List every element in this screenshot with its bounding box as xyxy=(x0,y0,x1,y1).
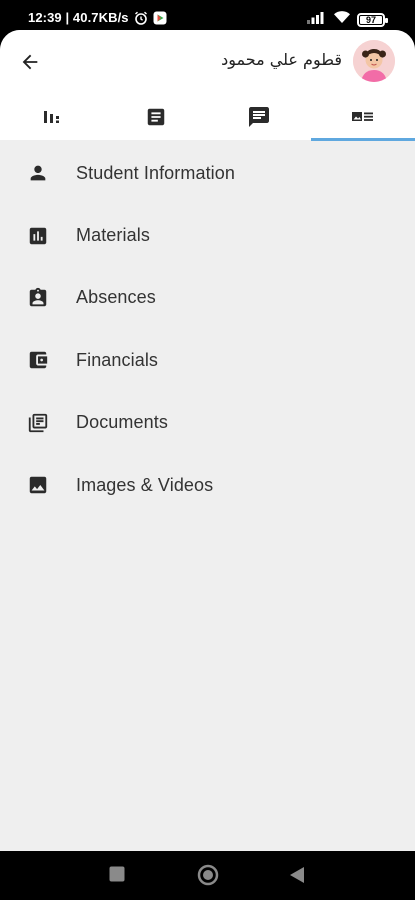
library-books-icon xyxy=(28,413,48,432)
triangle-back-icon xyxy=(290,867,304,883)
tab-profile[interactable] xyxy=(311,93,415,141)
wallet-icon xyxy=(29,352,48,369)
app-header: قطوم علي محمود xyxy=(0,30,415,141)
menu-item-documents[interactable]: Documents xyxy=(0,392,415,454)
tab-documents[interactable] xyxy=(104,93,208,141)
document-icon xyxy=(147,108,164,126)
menu-icon-wrap xyxy=(0,474,76,496)
play-store-icon xyxy=(153,11,167,25)
chart-box-icon xyxy=(29,227,47,244)
menu-icon-wrap xyxy=(0,287,76,309)
back-nav-button[interactable] xyxy=(288,865,306,885)
menu-item-student-information[interactable]: Student Information xyxy=(0,142,415,204)
card-list-icon xyxy=(352,112,374,121)
tab-bar xyxy=(0,93,415,141)
menu-label: Images & Videos xyxy=(76,474,214,495)
battery-level: 97 xyxy=(365,14,376,25)
child-avatar xyxy=(353,40,395,82)
menu-label: Documents xyxy=(76,412,168,433)
square-recents-icon xyxy=(109,866,125,882)
battery-cap xyxy=(385,17,388,23)
student-name: قطوم علي محمود xyxy=(221,50,342,69)
message-icon xyxy=(249,107,270,127)
status-time: 12:39 xyxy=(28,10,62,25)
back-button[interactable] xyxy=(16,48,44,76)
app-screen: قطوم علي محمود Student Information Mater… xyxy=(0,30,415,851)
signal-icon xyxy=(307,11,327,29)
circle-home-icon xyxy=(197,864,219,886)
bar-chart-icon xyxy=(43,111,59,123)
tab-statistics[interactable] xyxy=(0,93,104,141)
status-separator: | xyxy=(61,10,73,25)
menu-icon-wrap xyxy=(0,225,76,247)
menu-icon-wrap xyxy=(0,349,76,371)
system-nav-bar xyxy=(0,851,415,900)
menu-icon-wrap xyxy=(0,412,76,434)
menu-item-images-videos[interactable]: Images & Videos xyxy=(0,454,415,516)
status-left: 12:39 | 40.7KB/s xyxy=(28,10,167,25)
menu-item-financials[interactable]: Financials xyxy=(0,329,415,391)
recents-button[interactable] xyxy=(108,865,126,883)
menu-label: Absences xyxy=(76,287,156,308)
menu-item-materials[interactable]: Materials xyxy=(0,204,415,266)
profile-menu: Student Information Materials Absences F… xyxy=(0,142,415,516)
battery-icon: 97 xyxy=(357,12,388,27)
home-button[interactable] xyxy=(196,863,220,887)
menu-item-absences[interactable]: Absences xyxy=(0,267,415,329)
menu-label: Student Information xyxy=(76,162,235,183)
wifi-icon xyxy=(333,10,351,29)
image-icon xyxy=(29,476,47,494)
menu-label: Materials xyxy=(76,225,150,246)
status-right: 97 xyxy=(307,10,388,29)
menu-label: Financials xyxy=(76,349,159,370)
person-icon xyxy=(30,165,46,181)
arrow-left-icon xyxy=(22,54,38,70)
assignment-ind-icon xyxy=(29,287,47,307)
network-speed: 40.7KB/s xyxy=(72,10,129,25)
student-avatar[interactable] xyxy=(353,40,395,82)
tab-messages[interactable] xyxy=(208,93,312,141)
menu-icon-wrap xyxy=(0,162,76,184)
alarm-icon xyxy=(134,11,148,25)
